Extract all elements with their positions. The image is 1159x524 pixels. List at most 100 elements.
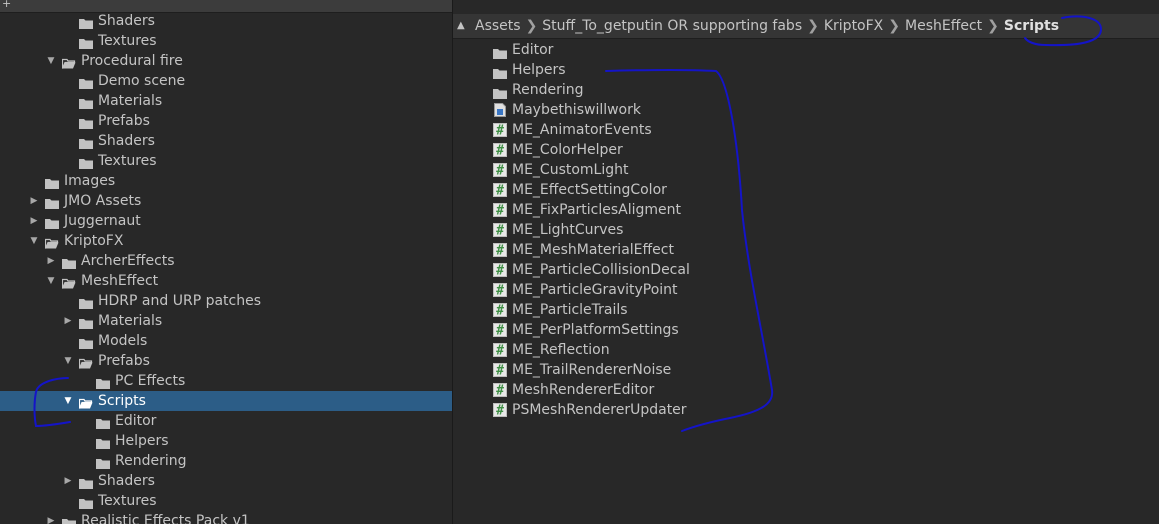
csharp-script-icon: # xyxy=(493,323,507,339)
folder-icon xyxy=(96,375,110,389)
tree-item-label: Materials xyxy=(98,313,163,329)
folder-icon xyxy=(79,495,93,509)
expanded-arrow-icon[interactable]: ▼ xyxy=(45,51,57,71)
folder-icon xyxy=(45,175,59,189)
breadcrumb-item[interactable]: KriptoFX xyxy=(824,18,883,34)
tree-item-images[interactable]: Images xyxy=(0,171,452,191)
tree-item-label: Demo scene xyxy=(98,73,186,89)
file-label: MeshRendererEditor xyxy=(512,382,655,398)
expanded-arrow-icon[interactable]: ▼ xyxy=(45,271,57,291)
tree-item-archereffects[interactable]: ▶ ArcherEffects xyxy=(0,251,452,271)
tree-item-textures[interactable]: Textures xyxy=(0,491,452,511)
tree-item-label: KriptoFX xyxy=(64,233,124,249)
folder-icon xyxy=(79,315,93,329)
folder-icon xyxy=(79,475,93,489)
tree-item-editor[interactable]: Editor xyxy=(0,411,452,431)
breadcrumb-item[interactable]: Stuff_To_getputin OR supporting fabs xyxy=(542,18,802,34)
svg-text:#: # xyxy=(496,184,504,198)
expanded-arrow-icon[interactable]: ▼ xyxy=(62,391,74,411)
collapsed-arrow-icon[interactable]: ▶ xyxy=(28,191,40,211)
tree-item-scripts[interactable]: ▼ Scripts xyxy=(0,391,452,411)
collapsed-arrow-icon[interactable]: ▶ xyxy=(62,311,74,331)
file-label: ME_AnimatorEvents xyxy=(512,122,652,138)
folder-icon xyxy=(96,435,110,449)
tree-item-label: Juggernaut xyxy=(64,213,141,229)
csharp-script-icon: # xyxy=(493,243,507,259)
chevron-right-icon: ❯ xyxy=(987,18,999,34)
tree-item-helpers[interactable]: Helpers xyxy=(0,431,452,451)
csharp-script-icon: # xyxy=(493,143,507,159)
expanded-arrow-icon[interactable]: ▼ xyxy=(28,231,40,251)
folder-icon xyxy=(79,35,93,49)
tree-item-label: HDRP and URP patches xyxy=(98,293,262,309)
tree-item-shaders[interactable]: ▶ Shaders xyxy=(0,471,452,491)
collapsed-arrow-icon[interactable]: ▶ xyxy=(45,511,57,524)
svg-text:#: # xyxy=(496,384,504,398)
tree-item-materials[interactable]: ▶ Materials xyxy=(0,311,452,331)
folder-open-icon xyxy=(44,235,59,249)
file-label: Rendering xyxy=(512,82,584,98)
tree-item-prefabs[interactable]: ▼ Prefabs xyxy=(0,351,452,371)
folder-icon xyxy=(79,75,93,89)
file-label: ME_Reflection xyxy=(512,342,610,358)
tree-item-mesheffect[interactable]: ▼ MeshEffect xyxy=(0,271,452,291)
collapsed-arrow-icon[interactable]: ▶ xyxy=(45,251,57,271)
tree-item-label: Textures xyxy=(98,493,157,509)
svg-text:#: # xyxy=(496,264,504,278)
tree-item-realistic-effects-pack-v1[interactable]: ▶ Realistic Effects Pack v1 xyxy=(0,511,452,524)
tree-item-jmo-assets[interactable]: ▶ JMO Assets xyxy=(0,191,452,211)
tree-item-label: Shaders xyxy=(98,133,155,149)
file-label: ME_ParticleTrails xyxy=(512,302,628,318)
tree-item-label: JMO Assets xyxy=(64,193,142,209)
tree-item-label: Helpers xyxy=(115,433,169,449)
collapsed-arrow-icon[interactable]: ▶ xyxy=(28,211,40,231)
breadcrumb-item[interactable]: MeshEffect xyxy=(905,18,982,34)
tree-item-shaders[interactable]: Shaders xyxy=(0,131,452,151)
collapsed-arrow-icon[interactable]: ▶ xyxy=(62,471,74,491)
file-label: ME_MeshMaterialEffect xyxy=(512,242,674,258)
svg-text:#: # xyxy=(496,344,504,358)
tree-item-materials[interactable]: Materials xyxy=(0,91,452,111)
tree-item-demo-scene[interactable]: Demo scene xyxy=(0,71,452,91)
tree-item-rendering[interactable]: Rendering xyxy=(0,451,452,471)
expanded-arrow-icon[interactable]: ▼ xyxy=(62,351,74,371)
tree-item-models[interactable]: Models xyxy=(0,331,452,351)
folder-icon xyxy=(62,255,76,269)
tree-item-hdrp-and-urp-patches[interactable]: HDRP and URP patches xyxy=(0,291,452,311)
tree-item-pc-effects[interactable]: PC Effects xyxy=(0,371,452,391)
tree-item-procedural-fire[interactable]: ▼ Procedural fire xyxy=(0,51,452,71)
tree-item-label: Prefabs xyxy=(98,353,150,369)
tree-item-juggernaut[interactable]: ▶ Juggernaut xyxy=(0,211,452,231)
breadcrumb: ▲ Assets ❯ Stuff_To_getputin OR supporting… xyxy=(453,14,1159,39)
tree-item-kriptofx[interactable]: ▼ KriptoFX xyxy=(0,231,452,251)
breadcrumb-item[interactable]: Assets xyxy=(475,18,521,34)
chevron-right-icon: ❯ xyxy=(525,18,538,34)
breadcrumb-item[interactable]: Scripts xyxy=(1004,18,1059,34)
file-label: Editor xyxy=(512,42,554,58)
caret-up-icon[interactable]: ▲ xyxy=(457,14,465,38)
tree-item-shaders[interactable]: Shaders xyxy=(0,11,452,31)
tree-item-textures[interactable]: Textures xyxy=(0,31,452,51)
project-contents-pane: ▲ Assets ❯ Stuff_To_getputin OR supporting… xyxy=(453,0,1159,524)
svg-text:#: # xyxy=(496,204,504,218)
file-label: ME_EffectSettingColor xyxy=(512,182,667,198)
file-label: ME_PerPlatformSettings xyxy=(512,322,679,338)
csharp-script-icon: # xyxy=(493,203,507,219)
folder-open-icon xyxy=(61,275,76,289)
file-label: ME_TrailRendererNoise xyxy=(512,362,672,378)
tree-item-label: Shaders xyxy=(98,13,155,29)
tree-item-label: Scripts xyxy=(98,393,146,409)
tree-item-label: Images xyxy=(64,173,116,189)
folder-icon xyxy=(79,135,93,149)
file-label: ME_ParticleCollisionDecal xyxy=(512,262,690,278)
csharp-script-icon: # xyxy=(493,123,507,139)
folder-open-icon xyxy=(78,395,93,409)
tree-item-textures[interactable]: Textures xyxy=(0,151,452,171)
folder-icon xyxy=(96,455,110,469)
plus-icon[interactable]: + xyxy=(2,0,11,11)
scriptable-asset-icon xyxy=(493,103,507,117)
csharp-script-icon: # xyxy=(493,363,507,379)
svg-text:#: # xyxy=(496,304,504,318)
tree-item-prefabs[interactable]: Prefabs xyxy=(0,111,452,131)
csharp-script-icon: # xyxy=(493,303,507,319)
